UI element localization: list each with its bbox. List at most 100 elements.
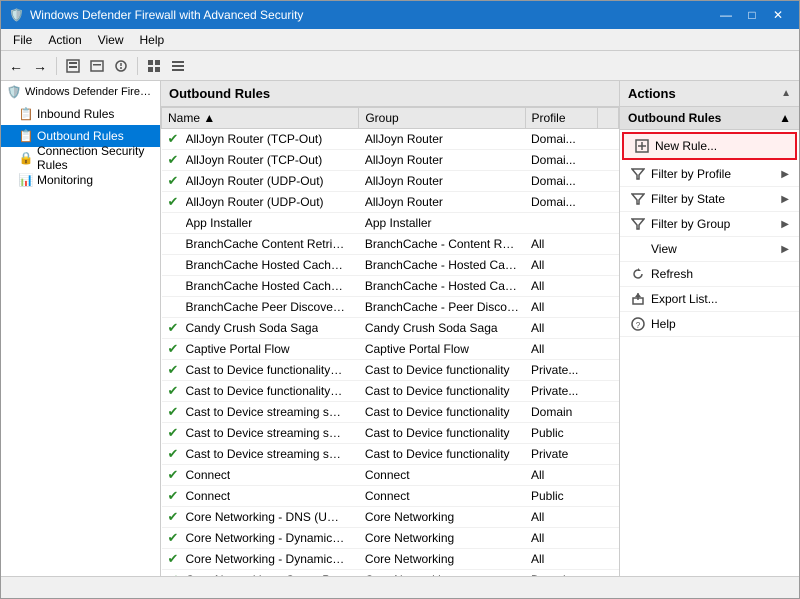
help-icon: ? [630, 316, 646, 332]
rule-group: Core Networking [359, 528, 525, 549]
toolbar-btn-4[interactable] [143, 55, 165, 77]
rule-name: Connect [186, 468, 231, 482]
table-row[interactable]: BranchCache Hosted Cache Client (HTT...B… [162, 255, 619, 276]
action-item-filter-state[interactable]: Filter by State▶ [620, 187, 799, 212]
table-row[interactable]: ✔Cast to Device functionality (qWave-TCP… [162, 360, 619, 381]
table-row[interactable]: ✔AllJoyn Router (UDP-Out)AllJoyn RouterD… [162, 171, 619, 192]
rule-extra [598, 192, 619, 213]
table-row[interactable]: ✔AllJoyn Router (UDP-Out)AllJoyn RouterD… [162, 192, 619, 213]
enabled-icon: ✔ [168, 425, 182, 441]
rule-name-cell: ✔AllJoyn Router (TCP-Out) [162, 150, 359, 170]
toolbar-btn-2[interactable] [86, 55, 108, 77]
rule-group: BranchCache - Peer Discove... [359, 297, 525, 318]
enabled-icon: ✔ [168, 152, 182, 168]
collapse-button[interactable]: ▲ [781, 88, 791, 99]
toolbar-btn-5[interactable] [167, 55, 189, 77]
table-row[interactable]: ✔ConnectConnectAll [162, 465, 619, 486]
menu-file[interactable]: File [5, 31, 40, 49]
rule-name-cell: ✔Core Networking - Dynamic Host Config..… [162, 528, 359, 548]
toolbar-btn-3[interactable] [110, 55, 132, 77]
rule-extra [598, 486, 619, 507]
rule-profile: Public [525, 423, 598, 444]
col-group[interactable]: Group [359, 108, 525, 129]
col-extra[interactable] [598, 108, 619, 129]
rule-name: Cast to Device functionality (qWave-TCP.… [186, 363, 346, 377]
rule-name: Connect [186, 489, 231, 503]
table-row[interactable]: App InstallerApp Installer [162, 213, 619, 234]
rule-name-cell: ✔Cast to Device streaming server (RTP-St… [162, 402, 359, 422]
enabled-icon: ✔ [168, 530, 182, 546]
rule-group: Core Networking [359, 507, 525, 528]
close-button[interactable]: ✕ [765, 5, 791, 25]
rules-table-container[interactable]: Name ▲ Group Profile ✔AllJoyn Router (TC… [161, 107, 619, 576]
action-item-view[interactable]: View▶ [620, 237, 799, 262]
view-arrow: ▶ [781, 244, 789, 255]
maximize-button[interactable]: □ [739, 5, 765, 25]
table-row[interactable]: ✔Cast to Device streaming server (RTP-St… [162, 444, 619, 465]
rule-name-cell: ✔AllJoyn Router (TCP-Out) [162, 129, 359, 149]
sidebar-item-monitoring[interactable]: 📊 Monitoring [1, 169, 160, 191]
rule-extra [598, 213, 619, 234]
table-row[interactable]: ✔Captive Portal FlowCaptive Portal FlowA… [162, 339, 619, 360]
action-item-help[interactable]: ?Help [620, 312, 799, 337]
rule-name-cell: ✔AllJoyn Router (UDP-Out) [162, 192, 359, 212]
menu-help[interactable]: Help [132, 31, 173, 49]
rule-name: BranchCache Hosted Cache Client (HTT... [186, 258, 346, 272]
rule-extra [598, 507, 619, 528]
action-item-filter-profile[interactable]: Filter by Profile▶ [620, 162, 799, 187]
sidebar-item-root[interactable]: 🛡️ Windows Defender Firewall wi... [1, 81, 160, 103]
rule-group: Cast to Device functionality [359, 444, 525, 465]
window-title: Windows Defender Firewall with Advanced … [30, 8, 303, 22]
enabled-icon: ✔ [168, 467, 182, 483]
rule-extra [598, 423, 619, 444]
connection-icon: 🔒 [19, 151, 33, 165]
table-row[interactable]: ✔Core Networking - DNS (UDP-Out)Core Net… [162, 507, 619, 528]
col-profile[interactable]: Profile [525, 108, 598, 129]
rule-name: Cast to Device functionality (qWave-UDP.… [186, 384, 346, 398]
table-row[interactable]: BranchCache Hosted Cache Server(HTT...Br… [162, 276, 619, 297]
col-name[interactable]: Name ▲ [162, 108, 359, 129]
back-button[interactable]: ← [5, 55, 27, 77]
table-row[interactable]: ✔Core Networking - Dynamic Host Config..… [162, 549, 619, 570]
enabled-icon: ✔ [168, 509, 182, 525]
table-row[interactable]: BranchCache Peer Discovery (WSD-Out)Bran… [162, 297, 619, 318]
table-row[interactable]: ✔AllJoyn Router (TCP-Out)AllJoyn RouterD… [162, 129, 619, 150]
rule-name-cell: ✔Cast to Device functionality (qWave-TCP… [162, 360, 359, 380]
rule-group: Cast to Device functionality [359, 423, 525, 444]
table-row[interactable]: ✔ConnectConnectPublic [162, 486, 619, 507]
table-row[interactable]: ✔Cast to Device streaming server (RTP-St… [162, 402, 619, 423]
rule-profile: Private [525, 444, 598, 465]
sidebar-item-connection[interactable]: 🔒 Connection Security Rules [1, 147, 160, 169]
export-icon [630, 291, 646, 307]
forward-button[interactable]: → [29, 55, 51, 77]
rule-extra [598, 402, 619, 423]
menu-action[interactable]: Action [40, 31, 89, 49]
table-row[interactable]: ✔AllJoyn Router (TCP-Out)AllJoyn RouterD… [162, 150, 619, 171]
action-item-new-rule[interactable]: New Rule... [622, 132, 797, 160]
rule-extra [598, 255, 619, 276]
table-row[interactable]: ✔Candy Crush Soda SagaCandy Crush Soda S… [162, 318, 619, 339]
menu-view[interactable]: View [90, 31, 132, 49]
minimize-button[interactable]: — [713, 5, 739, 25]
table-row[interactable]: ✔Core Networking - Dynamic Host Config..… [162, 528, 619, 549]
table-row[interactable]: ✔Cast to Device functionality (qWave-UDP… [162, 381, 619, 402]
filter-group-icon [630, 216, 646, 232]
toolbar-btn-1[interactable] [62, 55, 84, 77]
rule-name-cell: ✔AllJoyn Router (UDP-Out) [162, 171, 359, 191]
action-item-filter-group[interactable]: Filter by Group▶ [620, 212, 799, 237]
rule-extra [598, 339, 619, 360]
section-title: Outbound Rules [628, 111, 721, 125]
table-row[interactable]: ✔Cast to Device streaming server (RTP-St… [162, 423, 619, 444]
table-row[interactable]: BranchCache Content Retrieval (HTTP-O...… [162, 234, 619, 255]
new-rule-icon [634, 138, 650, 154]
sidebar-item-inbound[interactable]: 📋 Inbound Rules [1, 103, 160, 125]
rule-extra [598, 150, 619, 171]
section-collapse[interactable]: ▲ [779, 111, 791, 125]
action-item-refresh[interactable]: Refresh [620, 262, 799, 287]
rule-extra [598, 171, 619, 192]
rule-profile: Domai... [525, 171, 598, 192]
refresh-icon [630, 266, 646, 282]
rule-group: AllJoyn Router [359, 171, 525, 192]
rule-name: Cast to Device streaming server (RTP-Str… [186, 405, 346, 419]
action-item-export[interactable]: Export List... [620, 287, 799, 312]
